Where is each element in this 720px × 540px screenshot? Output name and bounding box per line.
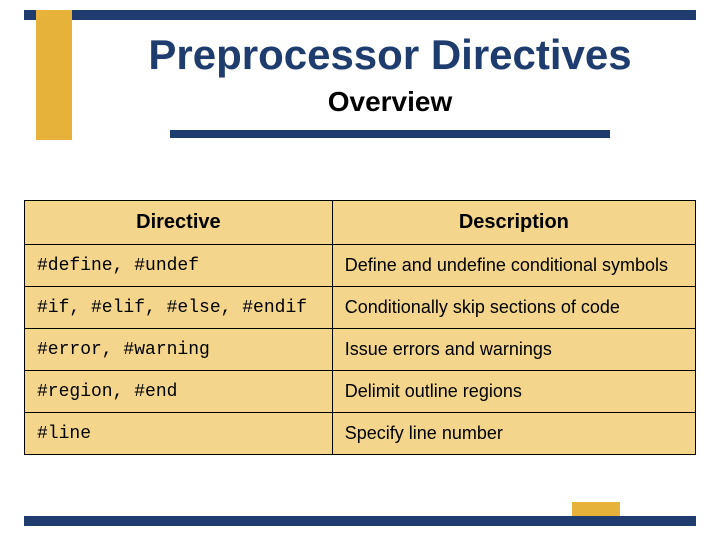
subtitle-underline xyxy=(170,130,610,138)
cell-description: Specify line number xyxy=(332,413,695,455)
page-title: Preprocessor Directives xyxy=(90,30,690,76)
title-block: Preprocessor Directives xyxy=(90,30,690,140)
directives-table-wrap: Directive Description #define, #undef De… xyxy=(24,200,696,455)
table-row: #line Specify line number xyxy=(25,413,696,455)
cell-directive: #define, #undef xyxy=(25,245,333,287)
table-row: #region, #end Delimit outline regions xyxy=(25,371,696,413)
table-row: #define, #undef Define and undefine cond… xyxy=(25,245,696,287)
table-row: #if, #elif, #else, #endif Conditionally … xyxy=(25,287,696,329)
slide: Preprocessor Directives Overview Directi… xyxy=(0,0,720,540)
col-header-description: Description xyxy=(332,201,695,245)
bottom-divider xyxy=(24,516,696,526)
cell-description: Define and undefine conditional symbols xyxy=(332,245,695,287)
cell-description: Conditionally skip sections of code xyxy=(332,287,695,329)
cell-description: Delimit outline regions xyxy=(332,371,695,413)
cell-directive: #if, #elif, #else, #endif xyxy=(25,287,333,329)
directives-table: Directive Description #define, #undef De… xyxy=(24,200,696,455)
page-subtitle: Overview xyxy=(90,86,690,118)
cell-directive: #region, #end xyxy=(25,371,333,413)
table-header-row: Directive Description xyxy=(25,201,696,245)
col-header-directive: Directive xyxy=(25,201,333,245)
cell-directive: #line xyxy=(25,413,333,455)
cell-description: Issue errors and warnings xyxy=(332,329,695,371)
cell-directive: #error, #warning xyxy=(25,329,333,371)
top-divider xyxy=(24,10,696,20)
accent-block-top xyxy=(36,10,72,140)
table-row: #error, #warning Issue errors and warnin… xyxy=(25,329,696,371)
